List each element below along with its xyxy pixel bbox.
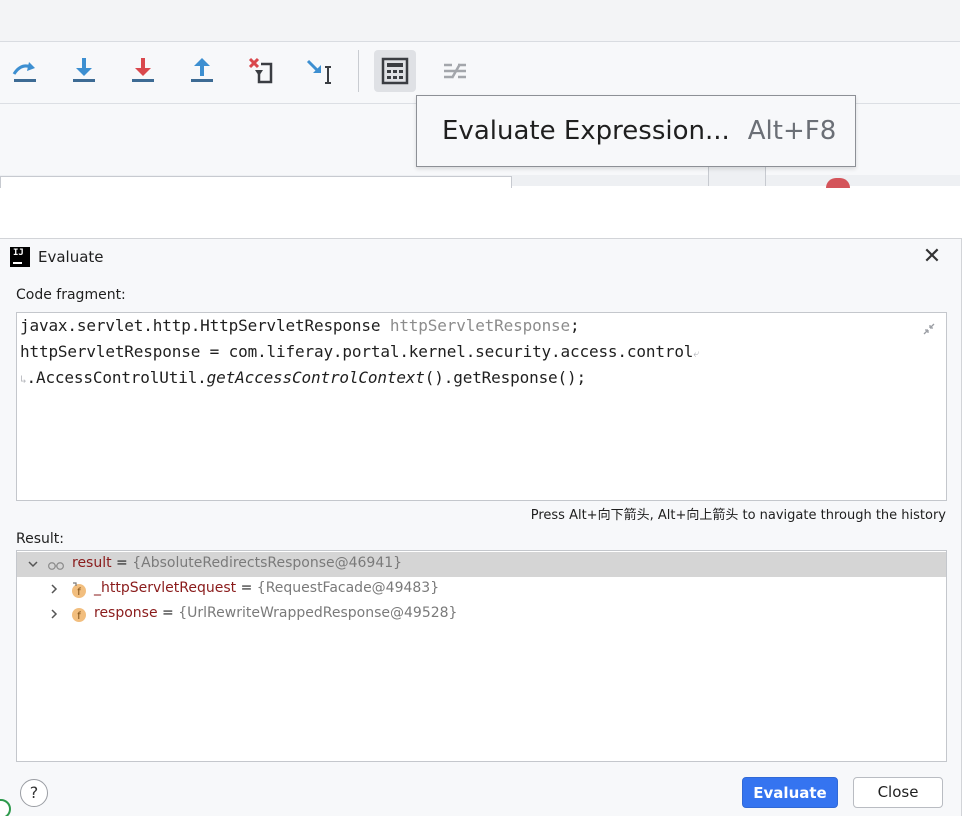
tree-row-response[interactable]: f response = {UrlRewriteWrappedResponse@… [17, 602, 946, 627]
step-out-icon [191, 58, 213, 82]
chevron-right-icon[interactable] [47, 607, 61, 621]
soft-wrap-end-icon: ⤶ [693, 347, 700, 360]
code-line-1: javax.servlet.http.HttpServletResponse h… [20, 316, 580, 335]
svg-text:f: f [77, 587, 81, 598]
stop-icon [826, 178, 850, 188]
tooltip-label: Evaluate Expression... [442, 116, 730, 146]
variable-value: {RequestFacade@49483} [256, 580, 440, 596]
drop-frame-icon [248, 57, 273, 84]
code-fragment-editor[interactable]: javax.servlet.http.HttpServletResponse h… [16, 312, 947, 501]
dialog-titlebar: IJ Evaluate ✕ [0, 239, 961, 277]
toolbar-input-field[interactable] [0, 176, 512, 188]
run-to-cursor-button[interactable] [299, 50, 341, 92]
evaluate-expression-button[interactable] [374, 50, 416, 92]
dialog-title: Evaluate [38, 248, 104, 266]
evaluate-button[interactable]: Evaluate [742, 777, 838, 808]
collapse-editor-icon[interactable] [921, 321, 937, 337]
result-label: Result: [16, 531, 64, 547]
tree-row-text: _httpServletRequest = {RequestFacade@494… [94, 580, 439, 596]
code-semicolon: ; [570, 316, 580, 335]
tree-row-text: response = {UrlRewriteWrappedResponse@49… [94, 605, 457, 621]
history-navigation-hint: Press Alt+向下箭头, Alt+向上箭头 to navigate thr… [530, 508, 946, 523]
status-indicator-icon [0, 799, 11, 816]
code-assignment: httpServletResponse = com.liferay.portal… [20, 342, 694, 361]
trace-icon [444, 63, 466, 79]
equals-sign: = [157, 605, 179, 621]
calculator-icon [381, 57, 409, 85]
evaluate-expression-tooltip: Evaluate Expression... Alt+F8 [416, 95, 856, 167]
toolbar-top-band [0, 0, 960, 42]
variable-name: result [72, 555, 112, 571]
variable-value: {UrlRewriteWrappedResponse@49528} [178, 605, 458, 621]
step-into-icon [73, 58, 95, 82]
field-icon: f [72, 582, 86, 598]
run-to-cursor-icon [306, 59, 331, 84]
close-icon[interactable]: ✕ [920, 245, 944, 269]
step-out-button[interactable] [181, 50, 223, 92]
result-tree[interactable]: result = {AbsoluteRedirectsResponse@4694… [16, 550, 947, 762]
variable-value: {AbsoluteRedirectsResponse@46941} [132, 555, 403, 571]
code-static-method: getAccessControlContext [206, 368, 425, 387]
toolbar-mini-button[interactable] [708, 166, 766, 186]
close-button[interactable]: Close [853, 777, 943, 808]
code-class-call: .AccessControlUtil. [26, 368, 207, 387]
help-button[interactable]: ? [20, 779, 48, 807]
code-variable: httpServletResponse [389, 316, 571, 335]
svg-text:f: f [77, 611, 81, 622]
equals-sign: = [236, 580, 257, 596]
variable-name: _httpServletRequest [94, 580, 237, 596]
field-icon: f [72, 608, 86, 622]
watch-glasses-icon [48, 562, 64, 570]
tree-row-httpservletrequest[interactable]: f _httpServletRequest = {RequestFacade@4… [17, 577, 946, 602]
variable-name: response [94, 605, 158, 621]
code-fragment-label: Code fragment: [16, 287, 126, 303]
chevron-right-icon[interactable] [47, 582, 61, 596]
step-over-button[interactable] [4, 50, 46, 92]
code-line-2: httpServletResponse = com.liferay.portal… [20, 342, 699, 361]
equals-sign: = [111, 555, 133, 571]
tree-row-text: result = {AbsoluteRedirectsResponse@4694… [72, 555, 402, 571]
force-step-into-button[interactable] [122, 50, 164, 92]
intellij-logo-icon: IJ [10, 247, 30, 267]
code-type: javax.servlet.http.HttpServletResponse [20, 316, 390, 335]
code-line-3: ↳.AccessControlUtil.getAccessControlCont… [20, 368, 586, 387]
force-step-into-icon [132, 58, 154, 82]
step-into-button[interactable] [63, 50, 105, 92]
toolbar-separator [358, 50, 359, 92]
chevron-down-icon[interactable] [26, 557, 40, 571]
drop-frame-button[interactable] [240, 50, 282, 92]
code-method-chain: ().getResponse(); [424, 368, 586, 387]
evaluate-dialog: IJ Evaluate ✕ Code fragment: javax.servl… [0, 238, 962, 816]
tree-row-result[interactable]: result = {AbsoluteRedirectsResponse@4694… [17, 552, 946, 577]
trace-button[interactable] [434, 50, 476, 92]
tooltip-shortcut: Alt+F8 [747, 116, 837, 146]
step-over-icon [12, 62, 36, 82]
